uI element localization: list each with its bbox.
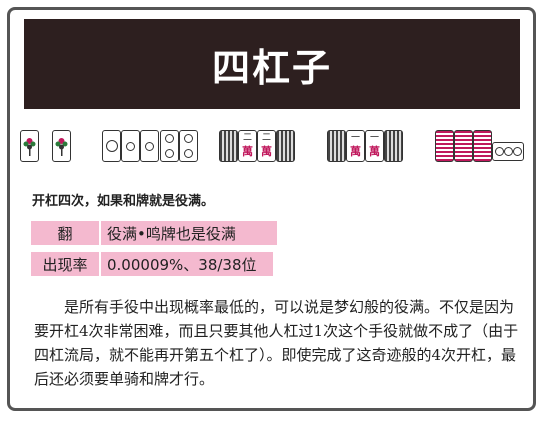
pin-tile	[102, 130, 121, 162]
tile-back	[219, 130, 238, 162]
wan-tile: 二 萬	[257, 130, 276, 162]
tile-back	[276, 130, 295, 162]
tile-row: 二 萬 二 萬 一 萬 一 萬	[20, 128, 524, 176]
tile-back	[327, 130, 346, 162]
info-row-rate: 出现率 0.00009%、38/38位	[31, 252, 273, 276]
pin-tile	[179, 130, 198, 162]
wan-tile: 一 萬	[346, 130, 365, 162]
tile-suit: 萬	[350, 145, 361, 158]
pin-tile	[140, 130, 159, 162]
flower-tile	[52, 130, 71, 162]
pin-tile	[121, 130, 140, 162]
pin-kan-tile	[473, 130, 492, 162]
info-value: 0.00009%、38/38位	[101, 252, 273, 276]
pin-dot	[126, 142, 135, 151]
tile-number: 二	[242, 133, 252, 143]
wan-tile: 二 萬	[238, 130, 257, 162]
sideways-pin-tile	[492, 142, 524, 161]
pin-kan-tile	[435, 130, 454, 162]
tile-number: 一	[350, 133, 360, 143]
pin-dot	[513, 147, 522, 156]
pin-dot	[495, 147, 504, 156]
page-title: 四杠子	[211, 45, 332, 90]
pin-dot	[105, 140, 118, 152]
pin-dot	[145, 142, 154, 151]
title-bar: 四杠子	[24, 19, 520, 109]
flower-tile	[20, 130, 39, 162]
pin-dot	[504, 147, 513, 156]
tile-back	[384, 130, 403, 162]
flower-icon	[23, 138, 36, 156]
pin-dot	[184, 134, 193, 143]
info-value: 役满•鸣牌也是役满	[101, 221, 277, 245]
info-label: 翻	[31, 221, 101, 245]
info-row-han: 翻 役满•鸣牌也是役满	[31, 221, 277, 245]
tile-number: 一	[369, 133, 379, 143]
tile-number: 二	[261, 133, 271, 143]
description-text: 是所有手役中出现概率最低的，可以说是梦幻般的役满。不仅是因为要开杠4次非常困难，…	[34, 298, 519, 388]
pin-kan-tile	[454, 130, 473, 162]
tile-suit: 萬	[261, 145, 272, 158]
intro-text: 开杠四次，如果和牌就是役满。	[32, 194, 215, 209]
pin-tile	[160, 130, 179, 162]
pin-dot	[184, 149, 193, 158]
tile-suit: 萬	[242, 145, 253, 158]
pin-dot	[165, 149, 174, 158]
pin-dot	[165, 134, 174, 143]
flower-icon	[55, 138, 68, 156]
info-label: 出现率	[31, 252, 101, 276]
yaku-card: 四杠子 二 萬 二 萬 一 萬 一 萬 开杠四次，如果和牌就是役满。 翻 役满•…	[7, 7, 536, 411]
wan-tile: 一 萬	[365, 130, 384, 162]
tile-suit: 萬	[369, 145, 380, 158]
